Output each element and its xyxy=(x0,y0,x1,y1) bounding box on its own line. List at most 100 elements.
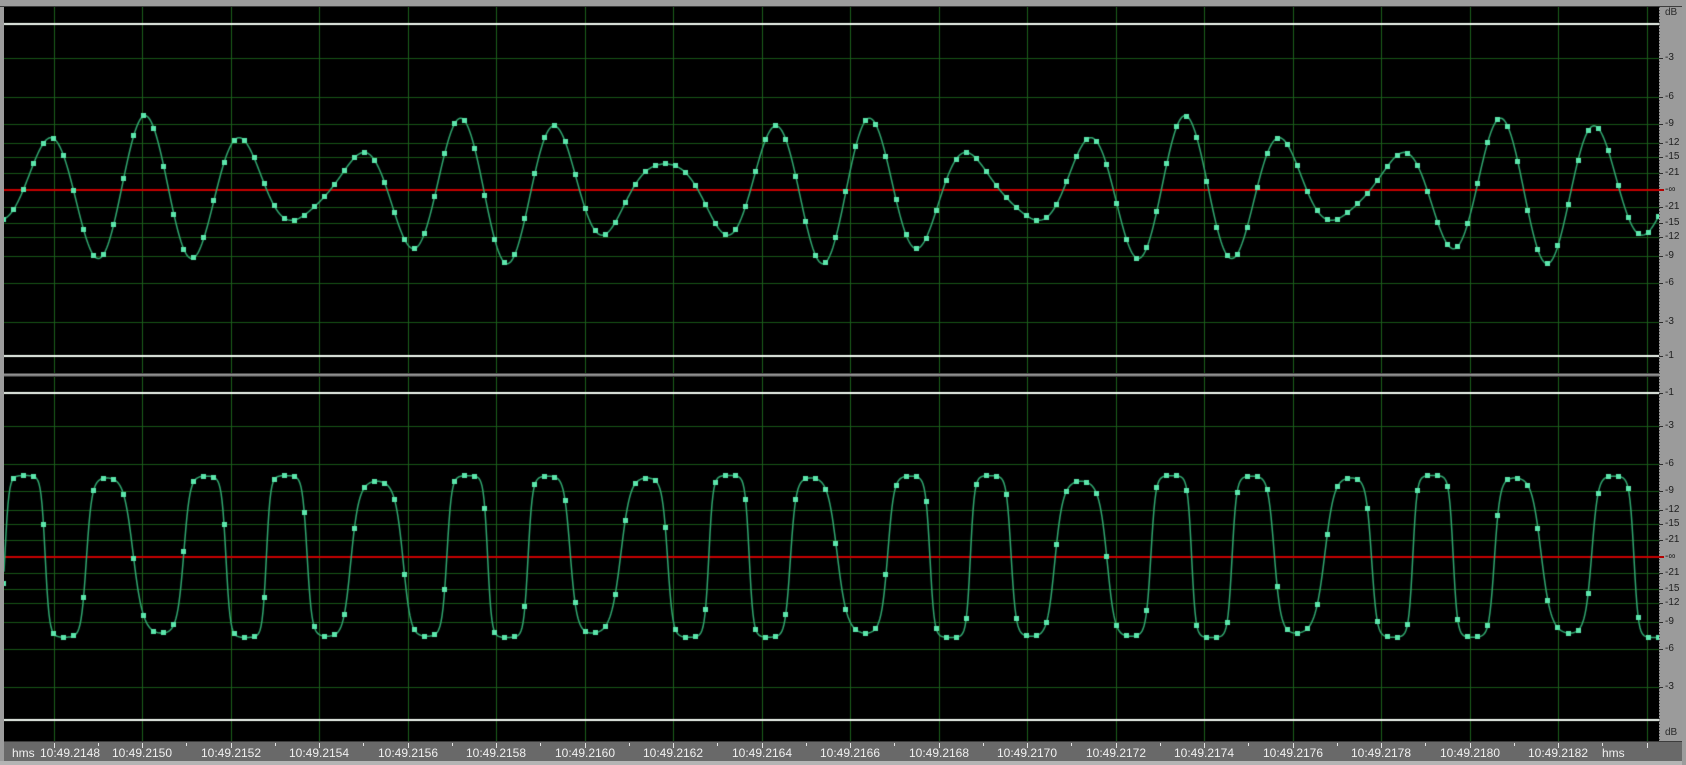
db-tick xyxy=(1659,356,1663,357)
db-tick-label: -9 xyxy=(1665,615,1674,627)
time-label: 10:49.2166 xyxy=(819,746,881,760)
db-tick-label: -6 xyxy=(1665,642,1674,654)
db-tick xyxy=(1659,58,1663,59)
time-label: 10:49.2180 xyxy=(1439,746,1501,760)
db-tick xyxy=(1659,143,1663,144)
db-tick-label: -15 xyxy=(1665,150,1680,162)
time-label: 10:49.2162 xyxy=(642,746,704,760)
db-tick-label: -6 xyxy=(1665,277,1674,289)
time-minor-tick xyxy=(1425,743,1426,746)
db-tick-label: -21 xyxy=(1665,534,1680,546)
level-ruler-minor-ticks xyxy=(1659,7,1660,741)
time-label: 10:49.2148 xyxy=(39,746,101,760)
time-label: 10:49.2164 xyxy=(731,746,793,760)
db-tick-label: -15 xyxy=(1665,217,1680,229)
db-tick-label: -9 xyxy=(1665,485,1674,497)
db-tick xyxy=(1659,687,1663,688)
time-minor-tick xyxy=(540,743,541,746)
time-ruler-hms[interactable]: hms hms 10:49.2148 10:49.2150 10:49.2152 10… xyxy=(4,741,1682,761)
db-tick xyxy=(1659,173,1663,174)
db-tick-infinity xyxy=(1659,556,1664,558)
time-major-tick xyxy=(1647,743,1648,748)
time-label: 10:49.2172 xyxy=(1085,746,1147,760)
db-tick xyxy=(1659,491,1663,492)
db-tick xyxy=(1659,157,1663,158)
db-tick xyxy=(1659,649,1663,650)
time-label: 10:49.2178 xyxy=(1350,746,1412,760)
db-tick-label: -1 xyxy=(1665,386,1674,398)
time-label: 10:49.2170 xyxy=(996,746,1058,760)
db-tick xyxy=(1659,393,1663,394)
db-tick xyxy=(1659,256,1663,257)
level-ruler-unit-top: dB xyxy=(1665,7,1678,18)
time-minor-tick xyxy=(1514,743,1515,746)
db-tick-label: -12 xyxy=(1665,504,1680,516)
time-minor-tick xyxy=(717,743,718,746)
time-label: 10:49.2182 xyxy=(1527,746,1589,760)
db-tick xyxy=(1659,464,1663,465)
db-tick-label: -∞ xyxy=(1665,550,1676,562)
db-tick xyxy=(1659,426,1663,427)
db-tick xyxy=(1659,589,1663,590)
time-label: 10:49.2154 xyxy=(288,746,350,760)
db-tick-label: -12 xyxy=(1665,137,1680,149)
db-tick xyxy=(1659,573,1663,574)
time-minor-tick xyxy=(186,743,187,746)
db-tick-label: -6 xyxy=(1665,90,1674,102)
db-tick-label: -12 xyxy=(1665,596,1680,608)
db-tick-label: -∞ xyxy=(1665,184,1676,195)
db-tick xyxy=(1659,510,1663,511)
db-tick xyxy=(1659,622,1663,623)
audio-editor-data-window: dB dB -3 -6 -9 -12 -15 -21 -∞ -1 -3 -6 -9 -12 -15 -21… xyxy=(0,0,1686,765)
db-tick-label: -21 xyxy=(1665,566,1680,578)
db-tick-label: -3 xyxy=(1665,52,1674,64)
time-label: 10:49.2174 xyxy=(1173,746,1235,760)
db-tick xyxy=(1659,97,1663,98)
db-tick-label: -3 xyxy=(1665,420,1674,432)
time-minor-tick xyxy=(894,743,895,746)
db-tick xyxy=(1659,124,1663,125)
time-minor-tick xyxy=(629,743,630,746)
time-label: 10:49.2160 xyxy=(554,746,616,760)
time-label: 10:49.2156 xyxy=(377,746,439,760)
time-minor-tick xyxy=(1337,743,1338,746)
db-tick xyxy=(1659,237,1663,238)
time-minor-tick xyxy=(275,743,276,746)
time-label: 10:49.2168 xyxy=(908,746,970,760)
db-tick xyxy=(1659,540,1663,541)
db-tick-label: -1 xyxy=(1665,349,1674,361)
db-tick xyxy=(1659,223,1663,224)
db-tick xyxy=(1659,207,1663,208)
level-ruler-unit-bottom: dB xyxy=(1665,727,1678,738)
db-tick-label: -3 xyxy=(1665,680,1674,692)
window-right-border xyxy=(1682,0,1686,765)
time-minor-tick xyxy=(363,743,364,746)
db-tick xyxy=(1659,322,1663,323)
time-minor-tick xyxy=(1602,743,1603,746)
level-ruler-db[interactable]: dB dB -3 -6 -9 -12 -15 -21 -∞ -1 -3 -6 -9 -12 -15 -21… xyxy=(1659,7,1682,741)
time-label: 10:49.2152 xyxy=(200,746,262,760)
db-tick-label: -3 xyxy=(1665,315,1674,327)
time-label: 10:49.2176 xyxy=(1262,746,1324,760)
db-tick-label: -9 xyxy=(1665,118,1674,129)
db-tick-label: -21 xyxy=(1665,200,1680,212)
db-tick-label: -15 xyxy=(1665,517,1680,529)
db-tick-label: -12 xyxy=(1665,230,1680,242)
db-tick-infinity xyxy=(1659,189,1664,191)
db-tick xyxy=(1659,283,1663,284)
db-tick-label: -15 xyxy=(1665,583,1680,595)
waveform-right-channel[interactable] xyxy=(4,377,1659,741)
time-label: 10:49.2150 xyxy=(111,746,173,760)
db-tick xyxy=(1659,603,1663,604)
time-minor-tick xyxy=(1160,743,1161,746)
db-tick-label: -9 xyxy=(1665,249,1674,261)
time-minor-tick xyxy=(1071,743,1072,746)
db-tick xyxy=(1659,524,1663,525)
time-minor-tick xyxy=(1248,743,1249,746)
time-minor-tick xyxy=(806,743,807,746)
waveform-left-channel[interactable] xyxy=(4,7,1659,373)
window-bottom-border xyxy=(0,761,1686,765)
time-ruler-unit-right: hms xyxy=(1602,746,1625,760)
time-minor-tick xyxy=(983,743,984,746)
db-tick-label: -21 xyxy=(1665,167,1680,179)
